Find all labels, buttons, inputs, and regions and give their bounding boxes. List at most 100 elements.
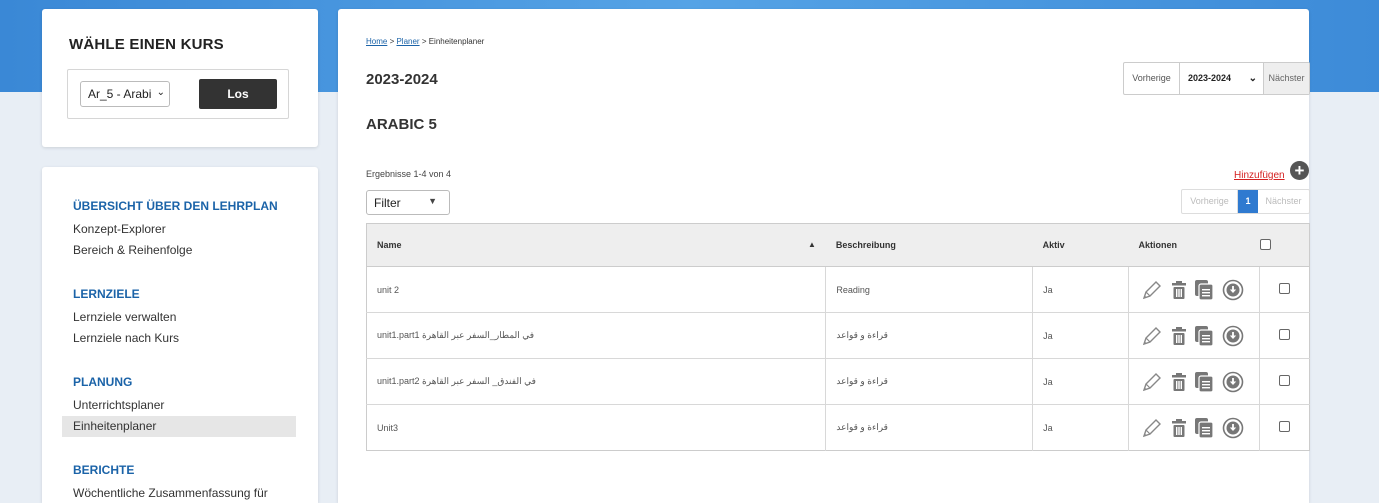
year-select-value: 2023-2024 — [1188, 73, 1232, 83]
filter-dropdown[interactable]: Filter ▼ — [366, 190, 450, 215]
course-picker-title: WÄHLE EINEN KURS — [69, 36, 224, 53]
nav-section-curriculum: ÜBERSICHT ÜBER DEN LEHRPLAN Konzept-Expl… — [73, 199, 278, 261]
copy-icon[interactable] — [1194, 279, 1214, 301]
download-icon[interactable] — [1222, 417, 1244, 439]
trash-icon[interactable] — [1171, 418, 1187, 438]
column-header-name-label: Name — [377, 240, 402, 250]
year-pager: Vorherige 2023-2024 ⌄ Nächster — [1123, 62, 1310, 95]
chevron-down-icon: ⌄ — [1248, 73, 1257, 84]
filter-label: Filter — [374, 196, 401, 210]
trash-icon[interactable] — [1171, 326, 1187, 346]
cell-name: unit1.part2 في الفندق_ السفر عبر القاهرة — [366, 358, 826, 405]
year-select[interactable]: 2023-2024 ⌄ — [1180, 63, 1264, 94]
cell-actions — [1128, 312, 1260, 359]
table-row: unit 2 Reading Ja — [366, 266, 1310, 313]
sort-up-icon[interactable]: ▲ — [808, 240, 816, 249]
page-prev-button[interactable]: Vorherige — [1182, 190, 1238, 213]
cell-active: Ja — [1032, 404, 1129, 451]
cell-actions — [1128, 358, 1260, 405]
column-header-select-all — [1259, 223, 1310, 267]
add-link[interactable]: Hinzufügen — [1234, 170, 1285, 181]
row-checkbox[interactable] — [1279, 283, 1290, 294]
plus-circle-icon[interactable]: + — [1290, 161, 1309, 180]
breadcrumb-planer-link[interactable]: Planer — [396, 37, 419, 46]
units-table: Name ▲ Beschreibung Aktiv Aktionen unit … — [366, 223, 1310, 451]
cell-actions — [1128, 266, 1260, 313]
trash-icon[interactable] — [1171, 280, 1187, 300]
caret-down-icon: ▼ — [428, 196, 437, 206]
sidebar-item-concept-explorer[interactable]: Konzept-Explorer — [73, 219, 278, 240]
select-all-checkbox[interactable] — [1259, 238, 1271, 250]
sidebar-item-scope-sequence[interactable]: Bereich & Reihenfolge — [73, 240, 278, 261]
table-row: unit1.part2 في الفندق_ السفر عبر القاهرة… — [366, 358, 1310, 405]
nav-section-objectives: LERNZIELE Lernziele verwalten Lernziele … — [73, 287, 179, 349]
pencil-icon[interactable] — [1141, 325, 1163, 347]
sidebar-item-weekly-summary[interactable]: Wöchentliche Zusammenfassung für — [73, 483, 268, 503]
cell-active: Ja — [1032, 312, 1129, 359]
column-header-description[interactable]: Beschreibung — [825, 223, 1033, 267]
cell-description: قراءة و قواعد — [825, 404, 1033, 451]
sidebar-item-objectives-by-course[interactable]: Lernziele nach Kurs — [73, 328, 179, 349]
cell-name: unit1.part1 في المطار_السفر عبر القاهرة — [366, 312, 826, 359]
cell-select — [1259, 312, 1310, 359]
course-select-value: Ar_5 - Arabi — [88, 87, 152, 101]
table-row: Unit3 قراءة و قواعد Ja — [366, 404, 1310, 451]
nav-section-planning: PLANUNG Unterrichtsplaner Einheitenplane… — [62, 375, 296, 437]
cell-active: Ja — [1032, 266, 1129, 313]
chevron-down-icon: ⌄ — [156, 87, 165, 98]
nav-heading[interactable]: BERICHTE — [73, 463, 268, 477]
download-icon[interactable] — [1222, 279, 1244, 301]
row-checkbox[interactable] — [1279, 421, 1290, 432]
course-heading: ARABIC 5 — [366, 116, 437, 133]
download-icon[interactable] — [1222, 371, 1244, 393]
trash-icon[interactable] — [1171, 372, 1187, 392]
cell-actions — [1128, 404, 1260, 451]
sidebar-nav: ÜBERSICHT ÜBER DEN LEHRPLAN Konzept-Expl… — [42, 167, 318, 503]
breadcrumb-current: Einheitenplaner — [428, 37, 485, 46]
column-header-actions: Aktionen — [1128, 223, 1260, 267]
sidebar-item-lesson-planner[interactable]: Unterrichtsplaner — [73, 395, 296, 416]
table-row: unit1.part1 في المطار_السفر عبر القاهرة … — [366, 312, 1310, 359]
page-next-button[interactable]: Nächster — [1258, 190, 1309, 213]
go-button[interactable]: Los — [199, 79, 277, 109]
breadcrumb-home-link[interactable]: Home — [366, 37, 387, 46]
page-title: 2023-2024 — [366, 71, 438, 88]
cell-description: Reading — [825, 266, 1033, 313]
nav-section-reports: BERICHTE Wöchentliche Zusammenfassung fü… — [73, 463, 268, 503]
table-header-row: Name ▲ Beschreibung Aktiv Aktionen — [366, 223, 1310, 267]
row-checkbox[interactable] — [1279, 375, 1290, 386]
copy-icon[interactable] — [1194, 417, 1214, 439]
cell-select — [1259, 266, 1310, 313]
cell-name: unit 2 — [366, 266, 826, 313]
page-pager: Vorherige 1 Nächster — [1181, 189, 1310, 214]
copy-icon[interactable] — [1194, 371, 1214, 393]
column-header-name[interactable]: Name ▲ — [366, 223, 826, 267]
sidebar-item-manage-objectives[interactable]: Lernziele verwalten — [73, 307, 179, 328]
row-checkbox[interactable] — [1279, 329, 1290, 340]
cell-active: Ja — [1032, 358, 1129, 405]
sidebar-item-unit-planner[interactable]: Einheitenplaner — [62, 416, 296, 437]
results-count: Ergebnisse 1-4 von 4 — [366, 169, 452, 179]
cell-description: قراءة و قواعد — [825, 312, 1033, 359]
nav-heading[interactable]: ÜBERSICHT ÜBER DEN LEHRPLAN — [73, 199, 278, 213]
cell-select — [1259, 404, 1310, 451]
download-icon[interactable] — [1222, 325, 1244, 347]
breadcrumb-separator: > — [419, 37, 429, 46]
cell-description: قراءة و قواعد — [825, 358, 1033, 405]
cell-name: Unit3 — [366, 404, 826, 451]
course-picker-card: WÄHLE EINEN KURS Ar_5 - Arabi ⌄ Los — [42, 9, 318, 147]
main-content: Home > Planer > Einheitenplaner 2023-202… — [338, 9, 1310, 503]
course-select[interactable]: Ar_5 - Arabi ⌄ — [80, 81, 170, 107]
pencil-icon[interactable] — [1141, 417, 1163, 439]
nav-heading[interactable]: LERNZIELE — [73, 287, 179, 301]
pencil-icon[interactable] — [1141, 279, 1163, 301]
copy-icon[interactable] — [1194, 325, 1214, 347]
course-picker-box: Ar_5 - Arabi ⌄ Los — [67, 69, 289, 119]
year-next-button[interactable]: Nächster — [1264, 63, 1309, 94]
column-header-active[interactable]: Aktiv — [1032, 223, 1129, 267]
year-prev-button[interactable]: Vorherige — [1124, 63, 1180, 94]
nav-heading[interactable]: PLANUNG — [73, 375, 296, 389]
breadcrumb: Home > Planer > Einheitenplaner — [366, 37, 484, 46]
page-number-button[interactable]: 1 — [1238, 190, 1258, 213]
pencil-icon[interactable] — [1141, 371, 1163, 393]
